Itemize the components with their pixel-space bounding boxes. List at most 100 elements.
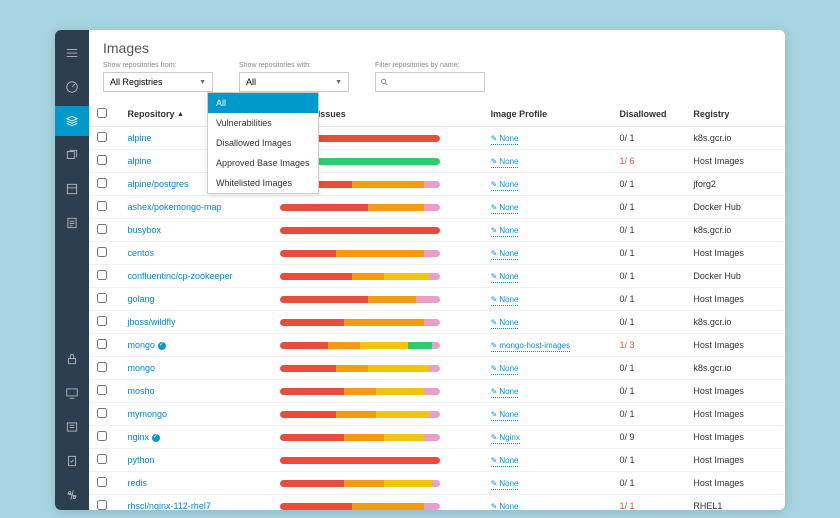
registry-value: Host Images bbox=[693, 478, 744, 488]
row-checkbox[interactable] bbox=[97, 454, 107, 464]
repository-link[interactable]: nginx bbox=[127, 432, 149, 442]
verified-icon bbox=[152, 434, 160, 442]
image-profile-link[interactable]: None bbox=[491, 410, 519, 421]
dropdown-option[interactable]: Vulnerabilities bbox=[208, 113, 318, 133]
dropdown-option[interactable]: Whitelisted Images bbox=[208, 173, 318, 193]
filter-with-select[interactable]: All ▼ bbox=[239, 72, 349, 92]
row-checkbox[interactable] bbox=[97, 477, 107, 487]
sidebar-containers[interactable] bbox=[55, 140, 89, 170]
row-checkbox[interactable] bbox=[97, 178, 107, 188]
repository-link[interactable]: python bbox=[127, 455, 154, 465]
sidebar-images[interactable] bbox=[55, 106, 89, 136]
registry-value: Host Images bbox=[693, 294, 744, 304]
repository-link[interactable]: golang bbox=[127, 294, 154, 304]
select-all-checkbox[interactable] bbox=[97, 108, 107, 118]
filter-name-input[interactable] bbox=[393, 77, 480, 87]
image-profile-link[interactable]: None bbox=[491, 295, 519, 306]
repository-link[interactable]: centos bbox=[127, 248, 154, 258]
repository-link[interactable]: mongo bbox=[127, 363, 155, 373]
row-checkbox[interactable] bbox=[97, 201, 107, 211]
image-profile-link[interactable]: None bbox=[491, 364, 519, 375]
repository-link[interactable]: rhscl/nginx-112-rhel7 bbox=[127, 501, 210, 510]
row-checkbox[interactable] bbox=[97, 408, 107, 418]
dropdown-option[interactable]: All bbox=[208, 93, 318, 113]
sidebar-monitor[interactable] bbox=[55, 378, 89, 408]
repository-link[interactable]: alpine bbox=[127, 156, 151, 166]
header-registry[interactable]: Registry bbox=[685, 102, 785, 127]
row-checkbox[interactable] bbox=[97, 247, 107, 257]
row-checkbox[interactable] bbox=[97, 224, 107, 234]
disallowed-value: 0/ 1 bbox=[620, 133, 635, 143]
repository-link[interactable]: mymongo bbox=[127, 409, 167, 419]
dropdown-option[interactable]: Approved Base Images bbox=[208, 153, 318, 173]
image-profile-link[interactable]: None bbox=[491, 203, 519, 214]
image-profile-link[interactable]: None bbox=[491, 226, 519, 237]
sidebar-workloads[interactable] bbox=[55, 174, 89, 204]
image-profile-link[interactable]: None bbox=[491, 387, 519, 398]
security-issues-bar bbox=[280, 342, 440, 349]
row-checkbox[interactable] bbox=[97, 500, 107, 510]
sidebar-settings[interactable] bbox=[55, 480, 89, 510]
repository-link[interactable]: redis bbox=[127, 478, 147, 488]
page-title: Images bbox=[89, 30, 785, 62]
row-checkbox[interactable] bbox=[97, 362, 107, 372]
image-profile-link[interactable]: None bbox=[491, 456, 519, 467]
sidebar-reports[interactable] bbox=[55, 208, 89, 238]
table-container[interactable]: Repository ▲ Security Issues Image Profi… bbox=[89, 102, 785, 510]
row-checkbox[interactable] bbox=[97, 385, 107, 395]
repository-link[interactable]: alpine bbox=[127, 133, 151, 143]
chevron-down-icon: ▼ bbox=[335, 79, 342, 86]
registry-value: k8s.gcr.io bbox=[693, 225, 731, 235]
registry-value: Host Images bbox=[693, 156, 744, 166]
verified-icon bbox=[158, 342, 166, 350]
security-issues-bar bbox=[280, 457, 440, 464]
registry-value: Host Images bbox=[693, 432, 744, 442]
filter-from-select[interactable]: All Registries ▼ bbox=[103, 72, 213, 92]
header-disallowed[interactable]: Disallowed bbox=[612, 102, 686, 127]
repository-link[interactable]: busybox bbox=[127, 225, 161, 235]
filter-from-label: Show repositories from: bbox=[103, 62, 213, 69]
sidebar-menu[interactable] bbox=[55, 38, 89, 68]
registry-value: Host Images bbox=[693, 409, 744, 419]
images-table: Repository ▲ Security Issues Image Profi… bbox=[89, 102, 785, 510]
repository-link[interactable]: mongo bbox=[127, 340, 155, 350]
dropdown-option[interactable]: Disallowed Images bbox=[208, 133, 318, 153]
app-window: Images Show repositories from: All Regis… bbox=[55, 30, 785, 510]
row-checkbox[interactable] bbox=[97, 339, 107, 349]
repository-link[interactable]: jboss/wildfly bbox=[127, 317, 175, 327]
image-profile-link[interactable]: None bbox=[491, 134, 519, 145]
image-profile-link[interactable]: None bbox=[491, 249, 519, 260]
row-checkbox[interactable] bbox=[97, 293, 107, 303]
sidebar-clipboard[interactable] bbox=[55, 446, 89, 476]
filter-name-input-wrap[interactable] bbox=[375, 72, 485, 92]
row-checkbox[interactable] bbox=[97, 132, 107, 142]
image-profile-link[interactable]: None bbox=[491, 502, 519, 510]
image-profile-link[interactable]: None bbox=[491, 180, 519, 191]
image-profile-link[interactable]: None bbox=[491, 157, 519, 168]
sidebar-list[interactable] bbox=[55, 412, 89, 442]
table-row: busybox None 0/ 1 k8s.gcr.io bbox=[89, 219, 785, 242]
image-profile-link[interactable]: mongo-host-images bbox=[491, 341, 570, 352]
disallowed-value: 1/ 6 bbox=[620, 156, 635, 166]
table-row: mymongoNone0/ 1Host Images bbox=[89, 403, 785, 426]
repository-link[interactable]: alpine/postgres bbox=[127, 179, 188, 189]
header-image-profile[interactable]: Image Profile bbox=[483, 102, 612, 127]
disallowed-value: 0/ 1 bbox=[620, 202, 635, 212]
registry-value: k8s.gcr.io bbox=[693, 133, 731, 143]
row-checkbox[interactable] bbox=[97, 316, 107, 326]
image-profile-link[interactable]: Nginx bbox=[491, 433, 520, 444]
sidebar-dashboard[interactable] bbox=[55, 72, 89, 102]
image-profile-link[interactable]: None bbox=[491, 318, 519, 329]
repository-link[interactable]: ashex/pokemongo-map bbox=[127, 202, 221, 212]
row-checkbox[interactable] bbox=[97, 155, 107, 165]
row-checkbox[interactable] bbox=[97, 270, 107, 280]
image-profile-link[interactable]: None bbox=[491, 272, 519, 283]
row-checkbox[interactable] bbox=[97, 431, 107, 441]
disallowed-value: 0/ 1 bbox=[620, 225, 635, 235]
table-row: mongomongo-host-images1/ 3Host Images bbox=[89, 334, 785, 357]
repository-link[interactable]: mosho bbox=[127, 386, 154, 396]
image-profile-link[interactable]: None bbox=[491, 479, 519, 490]
security-issues-bar bbox=[280, 434, 440, 441]
repository-link[interactable]: confluentinc/cp-zookeeper bbox=[127, 271, 232, 281]
sidebar-lock[interactable] bbox=[55, 344, 89, 374]
